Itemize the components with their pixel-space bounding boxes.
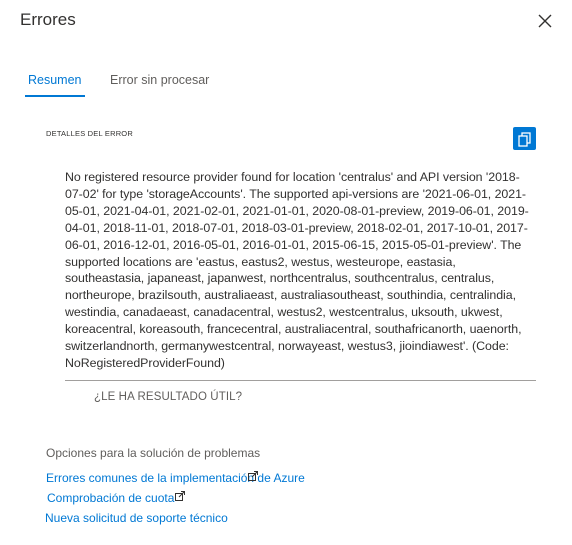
divider — [65, 380, 536, 381]
link-label: Errores comunes de la implementación de … — [46, 471, 305, 485]
copy-button[interactable] — [513, 127, 536, 150]
feedback-question[interactable]: ¿LE HA RESULTADO ÚTIL? — [94, 391, 242, 403]
troubleshooting-heading: Opciones para la solución de problemas — [46, 446, 261, 460]
link-new-support-request[interactable]: Nueva solicitud de soporte técnico — [45, 511, 228, 525]
close-icon — [535, 11, 555, 31]
external-link-icon — [248, 471, 258, 481]
link-label: Comprobación de cuota — [47, 491, 175, 505]
copy-icon — [513, 127, 536, 150]
active-tab-indicator — [25, 95, 85, 97]
tab-error-sin-procesar[interactable]: Error sin procesar — [110, 73, 209, 87]
link-common-deployment-errors[interactable]: Errores comunes de la implementación de … — [46, 471, 305, 485]
errors-panel: Errores Resumen Error sin procesar DETAL… — [0, 0, 572, 545]
panel-title: Errores — [20, 10, 76, 29]
error-details-label: DETALLES DEL ERROR — [46, 129, 133, 138]
close-button[interactable] — [535, 11, 555, 31]
error-message: No registered resource provider found fo… — [65, 170, 529, 370]
external-link-icon — [175, 491, 185, 501]
link-quota-check[interactable]: Comprobación de cuota — [47, 491, 174, 505]
link-label: Nueva solicitud de soporte técnico — [45, 511, 228, 525]
tab-resumen[interactable]: Resumen — [28, 73, 82, 87]
